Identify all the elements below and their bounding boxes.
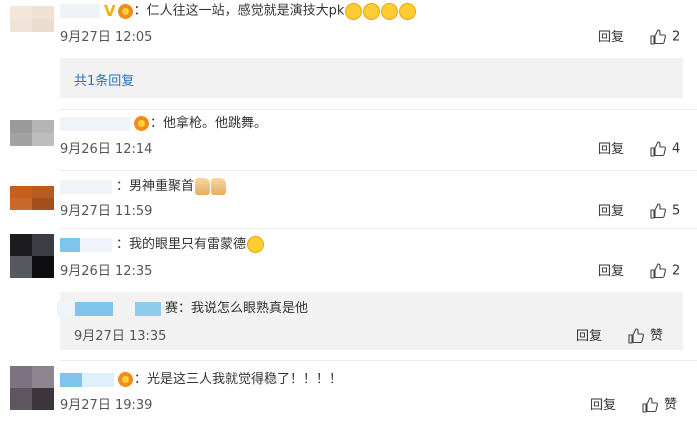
comment-text-line: ：我的眼里只有雷蒙德 <box>60 236 265 254</box>
username-masked[interactable] <box>60 116 130 131</box>
like-button[interactable]: 2 <box>650 29 680 46</box>
thumbs-up-icon <box>650 29 666 45</box>
like-label: 赞 <box>650 328 664 344</box>
divider <box>60 109 697 110</box>
like-button[interactable]: 赞 <box>642 397 677 414</box>
username-masked[interactable] <box>60 237 112 252</box>
reply-button[interactable]: 回复 <box>590 398 616 414</box>
emoji-icon <box>363 2 381 20</box>
member-badge-icon <box>117 3 133 19</box>
laughing-emoji-icon <box>247 236 265 253</box>
comment-text-line: V ：仁人往这一站，感觉就是演技大pk <box>60 2 417 21</box>
like-count: 5 <box>672 203 681 219</box>
reply-button[interactable]: 回复 <box>598 264 624 280</box>
member-badge-icon <box>134 116 149 131</box>
reply-button[interactable]: 回复 <box>598 204 624 220</box>
verified-v-icon: V <box>104 2 116 20</box>
comment-text: ：仁人往这一站，感觉就是演技大pk <box>133 3 345 19</box>
thumbs-up-icon <box>650 203 666 219</box>
username-tail: 赛 <box>165 301 179 316</box>
more-replies-box: 共1条回复 <box>60 58 683 98</box>
like-count: 2 <box>672 29 681 45</box>
thumbs-up-icon <box>650 263 666 279</box>
comment-text: ：我的眼里只有雷蒙德 <box>116 237 247 252</box>
username-masked[interactable] <box>60 179 112 194</box>
avatar[interactable] <box>10 186 54 210</box>
divider <box>60 228 697 229</box>
thumbs-up-emoji-icon <box>211 178 227 195</box>
like-count: 4 <box>672 141 681 157</box>
thumbs-up-icon <box>628 328 644 344</box>
comment-text: ：光是这三人我就觉得稳了！！！！ <box>134 372 343 387</box>
emoji-icon <box>381 2 399 20</box>
sub-comment-date: 9月27日 13:35 <box>74 329 167 344</box>
divider <box>60 170 697 171</box>
avatar[interactable] <box>10 234 54 278</box>
divider <box>60 360 697 361</box>
like-button[interactable]: 4 <box>650 141 680 158</box>
sub-reply-box: 赛：我说怎么眼熟真是他 9月27日 13:35 回复 赞 <box>57 292 683 350</box>
more-replies-link[interactable]: 共1条回复 <box>74 70 134 89</box>
comment-date: 9月27日 11:59 <box>60 204 153 219</box>
avatar[interactable] <box>10 6 54 32</box>
sub-reply-button[interactable]: 回复 <box>576 329 602 345</box>
thumbs-up-icon <box>650 141 666 157</box>
comment-text-line: ：他拿枪。他跳舞。 <box>60 115 267 133</box>
sub-comment-text: ：我说怎么眼熟真是他 <box>178 301 309 316</box>
sub-like-button[interactable]: 赞 <box>628 328 663 345</box>
emoji-icon <box>345 2 363 20</box>
thumbs-up-icon <box>642 397 658 413</box>
comment-date: 9月27日 19:39 <box>60 398 153 413</box>
sub-comment-text-line: 赛：我说怎么眼熟真是他 <box>57 300 309 318</box>
comment-list: V ：仁人往这一站，感觉就是演技大pk 9月27日 12:05 回复 2 共1条回… <box>0 0 697 425</box>
reply-button[interactable]: 回复 <box>598 30 624 46</box>
comment-date: 9月26日 12:14 <box>60 142 153 157</box>
reply-button[interactable]: 回复 <box>598 142 624 158</box>
comment-text-line: ：男神重聚首 <box>60 178 227 196</box>
avatar[interactable] <box>10 366 54 410</box>
comment-text-line: ：光是这三人我就觉得稳了！！！！ <box>60 371 342 389</box>
comment-date: 9月27日 12:05 <box>60 30 153 45</box>
comment-text: ：他拿枪。他跳舞。 <box>150 116 268 131</box>
like-count: 2 <box>672 263 681 279</box>
emoji-icon <box>399 2 417 20</box>
avatar[interactable] <box>10 120 54 146</box>
like-button[interactable]: 2 <box>650 263 680 280</box>
username-masked[interactable] <box>60 4 100 18</box>
member-badge-icon <box>118 372 133 387</box>
like-button[interactable]: 5 <box>650 203 680 220</box>
thumbs-up-emoji-icon <box>195 178 211 195</box>
username-masked[interactable] <box>60 372 114 387</box>
username-masked[interactable] <box>57 301 161 316</box>
comment-date: 9月26日 12:35 <box>60 264 153 279</box>
like-label: 赞 <box>664 397 678 413</box>
comment-text: ：男神重聚首 <box>116 179 195 194</box>
